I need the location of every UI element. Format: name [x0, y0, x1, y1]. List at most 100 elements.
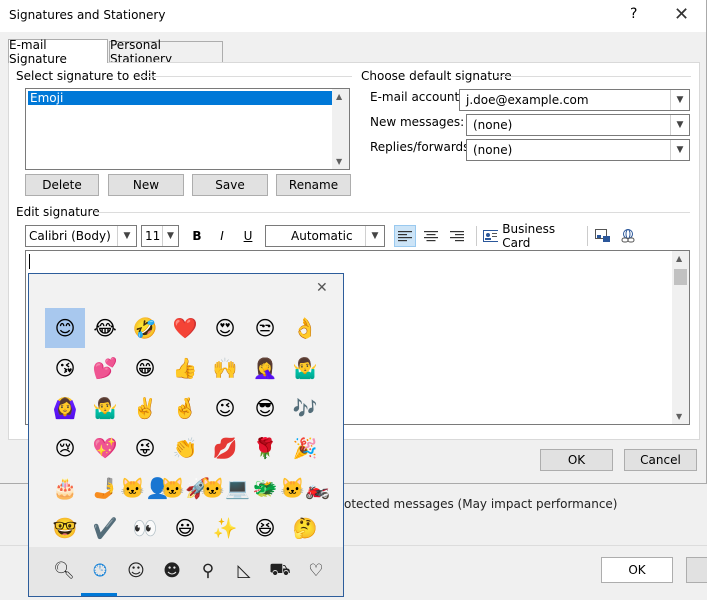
emoji-cell[interactable]: 🐱‍💻 — [200, 468, 250, 508]
emoji-cell[interactable]: 🐱‍👤 — [120, 468, 170, 508]
emoji-cell[interactable]: 🤦‍♀️ — [245, 348, 285, 388]
emoji-cell[interactable]: 😜 — [125, 428, 165, 468]
align-left-button[interactable] — [394, 225, 416, 247]
scroll-down-icon[interactable]: ▼ — [336, 157, 342, 166]
chevron-down-icon[interactable]: ▼ — [670, 115, 689, 135]
close-icon[interactable]: ✕ — [316, 280, 328, 296]
emoji-cell[interactable]: 😉 — [205, 388, 245, 428]
chevron-down-icon[interactable]: ▼ — [162, 226, 178, 246]
emoji-cell[interactable]: 😍 — [205, 308, 245, 348]
emoji-cell[interactable]: 🤓 — [45, 508, 85, 548]
emoji-cell[interactable]: 👀 — [125, 508, 165, 548]
new-button[interactable]: New — [108, 174, 184, 196]
emoji-cell[interactable]: 💖 — [85, 428, 125, 468]
emoji-cell[interactable]: 💕 — [85, 348, 125, 388]
italic-button[interactable]: I — [212, 226, 232, 246]
scroll-up-icon[interactable]: ▲ — [336, 92, 342, 101]
tab-email-signature[interactable]: E-mail Signature — [8, 37, 108, 66]
emoji-cell[interactable]: 💋 — [205, 428, 245, 468]
emoji-cell[interactable]: 👍 — [165, 348, 205, 388]
insert-picture-button[interactable] — [593, 226, 613, 246]
font-size-select[interactable]: 11 ▼ — [141, 225, 179, 247]
font-select[interactable]: Calibri (Body) ▼ — [25, 225, 137, 247]
chevron-down-icon[interactable]: ▼ — [670, 140, 689, 160]
emoji-cell[interactable]: 🤞 — [165, 388, 205, 428]
tab-personal-stationery[interactable]: Personal Stationery — [109, 38, 223, 66]
emoji-cell[interactable]: 😘 — [45, 348, 85, 388]
align-right-button[interactable] — [447, 226, 467, 246]
emoji-cell[interactable]: 🐱‍🚀 — [160, 468, 210, 508]
help-button[interactable]: ? — [630, 6, 637, 22]
business-card-button[interactable]: Business Card — [483, 222, 583, 250]
insert-hyperlink-button[interactable] — [618, 226, 638, 246]
ok-button[interactable]: OK — [540, 449, 613, 471]
emoji-cell[interactable]: 🤷‍♂️ — [285, 348, 325, 388]
replies-forwards-select[interactable]: (none) ▼ — [466, 139, 690, 161]
email-account-select[interactable]: j.doe@example.com ▼ — [459, 89, 690, 111]
bold-button[interactable]: B — [187, 226, 207, 246]
emoji-cell[interactable]: 🐱‍🏍 — [280, 468, 330, 508]
emoji-cell[interactable]: 🙌 — [205, 348, 245, 388]
scroll-thumb[interactable] — [674, 269, 687, 285]
emoji-cell[interactable]: ✔️ — [85, 508, 125, 548]
align-right-icon — [450, 231, 464, 242]
editor-scrollbar[interactable]: ▲ ▼ — [672, 251, 689, 424]
location-icon[interactable]: ⚲ — [195, 559, 221, 583]
tab-label: E-mail Signature — [9, 37, 67, 66]
emoji-cell[interactable]: 😢 — [45, 428, 85, 468]
emoji-cell[interactable]: 😃 — [165, 508, 205, 548]
align-left-icon — [398, 231, 412, 242]
chevron-down-icon[interactable]: ▼ — [670, 90, 689, 110]
clock-icon[interactable]: 🕒︎ — [87, 559, 113, 583]
scroll-up-icon[interactable]: ▲ — [676, 254, 682, 263]
heart-icon[interactable]: ♡ — [303, 559, 329, 583]
emoji-cell[interactable]: ✌️ — [125, 388, 165, 428]
font-value: Calibri (Body) — [29, 229, 111, 243]
rename-button[interactable]: Rename — [276, 174, 351, 196]
pizza-icon[interactable]: ◺ — [231, 559, 257, 583]
smiley-icon[interactable]: ☺︎ — [123, 559, 149, 583]
cancel-button[interactable]: Cancel — [624, 449, 697, 471]
emoji-cell[interactable]: 🙆‍♀️ — [45, 388, 85, 428]
business-card-icon — [483, 230, 499, 242]
font-color-select[interactable]: Automatic ▼ — [265, 225, 385, 247]
emoji-cell[interactable]: 😊 — [45, 308, 85, 348]
emoji-cell[interactable]: ✨ — [205, 508, 245, 548]
save-button[interactable]: Save — [192, 174, 268, 196]
emoji-cell[interactable]: 😁 — [125, 348, 165, 388]
underline-button[interactable]: U — [238, 226, 258, 246]
car-icon[interactable]: ⛟ — [267, 559, 293, 583]
emoji-cell[interactable]: 😆 — [245, 508, 285, 548]
person-icon[interactable]: ☻︎ — [159, 559, 185, 583]
search-icon[interactable]: 🔍︎ — [51, 559, 77, 583]
emoji-cell[interactable]: 🎉 — [285, 428, 325, 468]
chevron-down-icon[interactable]: ▼ — [365, 226, 384, 246]
emoji-cell[interactable]: 🎶 — [285, 388, 325, 428]
background-ok-button[interactable]: OK — [601, 557, 673, 583]
emoji-cell[interactable]: ❤️ — [165, 308, 205, 348]
emoji-cell[interactable]: 🤔 — [285, 508, 325, 548]
emoji-cell[interactable]: 😎 — [245, 388, 285, 428]
close-button[interactable]: ✕ — [674, 4, 689, 25]
list-scrollbar[interactable]: ▲ ▼ — [332, 89, 349, 169]
emoji-cell[interactable]: 😂 — [85, 308, 125, 348]
emoji-cell[interactable]: 😒 — [245, 308, 285, 348]
emoji-cell[interactable]: 🤳 — [85, 468, 125, 508]
emoji-cell[interactable]: 🤣 — [125, 308, 165, 348]
chevron-down-icon[interactable]: ▼ — [117, 226, 136, 246]
list-item[interactable]: Emoji — [28, 91, 334, 105]
emoji-cell[interactable]: 👏 — [165, 428, 205, 468]
replies-forwards-value: (none) — [473, 143, 513, 157]
background-cancel-button[interactable] — [686, 557, 707, 583]
align-center-button[interactable] — [421, 226, 441, 246]
emoji-cell[interactable]: 👌 — [285, 308, 325, 348]
new-messages-select[interactable]: (none) ▼ — [466, 114, 690, 136]
emoji-cell[interactable]: 🐲 — [245, 468, 285, 508]
emoji-cell[interactable]: 🤷‍♂️ — [85, 388, 125, 428]
scroll-down-icon[interactable]: ▼ — [676, 412, 682, 421]
delete-button[interactable]: Delete — [25, 174, 99, 196]
picture-icon — [595, 229, 610, 242]
emoji-cell[interactable]: 🎂 — [45, 468, 85, 508]
emoji-cell[interactable]: 🌹 — [245, 428, 285, 468]
signature-list[interactable]: Emoji ▲ ▼ — [25, 88, 350, 170]
